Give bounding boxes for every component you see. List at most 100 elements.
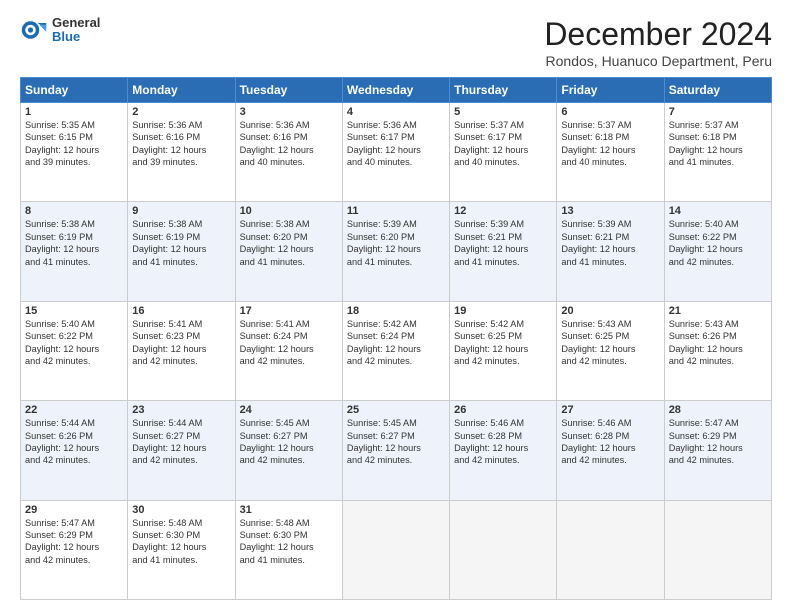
table-row: 9Sunrise: 5:38 AM Sunset: 6:19 PM Daylig… [128,202,235,301]
day-number: 4 [347,106,445,118]
day-info: Sunrise: 5:44 AM Sunset: 6:27 PM Dayligh… [132,417,230,467]
day-number: 26 [454,404,552,416]
day-info: Sunrise: 5:45 AM Sunset: 6:27 PM Dayligh… [347,417,445,467]
col-friday: Friday [557,78,664,103]
title-section: December 2024 Rondos, Huanuco Department… [544,16,772,69]
day-info: Sunrise: 5:47 AM Sunset: 6:29 PM Dayligh… [669,417,767,467]
table-row: 20Sunrise: 5:43 AM Sunset: 6:25 PM Dayli… [557,301,664,400]
day-info: Sunrise: 5:38 AM Sunset: 6:20 PM Dayligh… [240,218,338,268]
table-row: 3Sunrise: 5:36 AM Sunset: 6:16 PM Daylig… [235,103,342,202]
col-sunday: Sunday [21,78,128,103]
week-row-2: 8Sunrise: 5:38 AM Sunset: 6:19 PM Daylig… [21,202,772,301]
table-row: 10Sunrise: 5:38 AM Sunset: 6:20 PM Dayli… [235,202,342,301]
table-row: 2Sunrise: 5:36 AM Sunset: 6:16 PM Daylig… [128,103,235,202]
day-number: 8 [25,205,123,217]
logo-line1: General [52,16,100,30]
logo-icon [20,16,48,44]
day-info: Sunrise: 5:48 AM Sunset: 6:30 PM Dayligh… [240,517,338,567]
table-row: 19Sunrise: 5:42 AM Sunset: 6:25 PM Dayli… [450,301,557,400]
table-row: 31Sunrise: 5:48 AM Sunset: 6:30 PM Dayli… [235,500,342,599]
day-info: Sunrise: 5:44 AM Sunset: 6:26 PM Dayligh… [25,417,123,467]
day-info: Sunrise: 5:36 AM Sunset: 6:16 PM Dayligh… [240,119,338,169]
day-number: 12 [454,205,552,217]
table-row: 27Sunrise: 5:46 AM Sunset: 6:28 PM Dayli… [557,401,664,500]
table-row: 13Sunrise: 5:39 AM Sunset: 6:21 PM Dayli… [557,202,664,301]
day-info: Sunrise: 5:43 AM Sunset: 6:26 PM Dayligh… [669,318,767,368]
table-row: 15Sunrise: 5:40 AM Sunset: 6:22 PM Dayli… [21,301,128,400]
day-info: Sunrise: 5:48 AM Sunset: 6:30 PM Dayligh… [132,517,230,567]
day-number: 31 [240,504,338,516]
table-row: 29Sunrise: 5:47 AM Sunset: 6:29 PM Dayli… [21,500,128,599]
table-row: 16Sunrise: 5:41 AM Sunset: 6:23 PM Dayli… [128,301,235,400]
table-row: 25Sunrise: 5:45 AM Sunset: 6:27 PM Dayli… [342,401,449,500]
day-number: 3 [240,106,338,118]
day-info: Sunrise: 5:35 AM Sunset: 6:15 PM Dayligh… [25,119,123,169]
day-number: 14 [669,205,767,217]
day-number: 27 [561,404,659,416]
day-number: 9 [132,205,230,217]
table-row [342,500,449,599]
table-row: 30Sunrise: 5:48 AM Sunset: 6:30 PM Dayli… [128,500,235,599]
week-row-1: 1Sunrise: 5:35 AM Sunset: 6:15 PM Daylig… [21,103,772,202]
day-info: Sunrise: 5:37 AM Sunset: 6:17 PM Dayligh… [454,119,552,169]
day-number: 11 [347,205,445,217]
subtitle: Rondos, Huanuco Department, Peru [544,53,772,69]
day-number: 1 [25,106,123,118]
day-info: Sunrise: 5:42 AM Sunset: 6:24 PM Dayligh… [347,318,445,368]
table-row: 6Sunrise: 5:37 AM Sunset: 6:18 PM Daylig… [557,103,664,202]
week-row-3: 15Sunrise: 5:40 AM Sunset: 6:22 PM Dayli… [21,301,772,400]
header: General Blue December 2024 Rondos, Huanu… [20,16,772,69]
day-info: Sunrise: 5:46 AM Sunset: 6:28 PM Dayligh… [454,417,552,467]
day-number: 20 [561,305,659,317]
table-row: 12Sunrise: 5:39 AM Sunset: 6:21 PM Dayli… [450,202,557,301]
day-info: Sunrise: 5:37 AM Sunset: 6:18 PM Dayligh… [561,119,659,169]
day-number: 28 [669,404,767,416]
day-number: 19 [454,305,552,317]
table-row: 8Sunrise: 5:38 AM Sunset: 6:19 PM Daylig… [21,202,128,301]
col-wednesday: Wednesday [342,78,449,103]
col-monday: Monday [128,78,235,103]
day-number: 23 [132,404,230,416]
day-info: Sunrise: 5:45 AM Sunset: 6:27 PM Dayligh… [240,417,338,467]
day-number: 16 [132,305,230,317]
week-row-5: 29Sunrise: 5:47 AM Sunset: 6:29 PM Dayli… [21,500,772,599]
day-info: Sunrise: 5:39 AM Sunset: 6:20 PM Dayligh… [347,218,445,268]
header-row: Sunday Monday Tuesday Wednesday Thursday… [21,78,772,103]
day-number: 30 [132,504,230,516]
day-info: Sunrise: 5:39 AM Sunset: 6:21 PM Dayligh… [454,218,552,268]
day-info: Sunrise: 5:38 AM Sunset: 6:19 PM Dayligh… [132,218,230,268]
day-info: Sunrise: 5:36 AM Sunset: 6:17 PM Dayligh… [347,119,445,169]
day-number: 22 [25,404,123,416]
day-number: 7 [669,106,767,118]
day-info: Sunrise: 5:41 AM Sunset: 6:23 PM Dayligh… [132,318,230,368]
week-row-4: 22Sunrise: 5:44 AM Sunset: 6:26 PM Dayli… [21,401,772,500]
day-info: Sunrise: 5:40 AM Sunset: 6:22 PM Dayligh… [669,218,767,268]
table-row: 4Sunrise: 5:36 AM Sunset: 6:17 PM Daylig… [342,103,449,202]
table-row: 28Sunrise: 5:47 AM Sunset: 6:29 PM Dayli… [664,401,771,500]
day-info: Sunrise: 5:42 AM Sunset: 6:25 PM Dayligh… [454,318,552,368]
page: General Blue December 2024 Rondos, Huanu… [0,0,792,612]
day-number: 10 [240,205,338,217]
month-title: December 2024 [544,16,772,53]
day-number: 21 [669,305,767,317]
day-number: 24 [240,404,338,416]
table-row: 26Sunrise: 5:46 AM Sunset: 6:28 PM Dayli… [450,401,557,500]
day-info: Sunrise: 5:36 AM Sunset: 6:16 PM Dayligh… [132,119,230,169]
day-number: 18 [347,305,445,317]
table-row: 21Sunrise: 5:43 AM Sunset: 6:26 PM Dayli… [664,301,771,400]
table-row: 7Sunrise: 5:37 AM Sunset: 6:18 PM Daylig… [664,103,771,202]
table-row: 14Sunrise: 5:40 AM Sunset: 6:22 PM Dayli… [664,202,771,301]
day-number: 29 [25,504,123,516]
calendar-header: Sunday Monday Tuesday Wednesday Thursday… [21,78,772,103]
day-info: Sunrise: 5:41 AM Sunset: 6:24 PM Dayligh… [240,318,338,368]
table-row: 17Sunrise: 5:41 AM Sunset: 6:24 PM Dayli… [235,301,342,400]
day-info: Sunrise: 5:39 AM Sunset: 6:21 PM Dayligh… [561,218,659,268]
day-number: 2 [132,106,230,118]
table-row: 1Sunrise: 5:35 AM Sunset: 6:15 PM Daylig… [21,103,128,202]
day-info: Sunrise: 5:38 AM Sunset: 6:19 PM Dayligh… [25,218,123,268]
col-saturday: Saturday [664,78,771,103]
col-tuesday: Tuesday [235,78,342,103]
day-number: 13 [561,205,659,217]
day-number: 17 [240,305,338,317]
col-thursday: Thursday [450,78,557,103]
